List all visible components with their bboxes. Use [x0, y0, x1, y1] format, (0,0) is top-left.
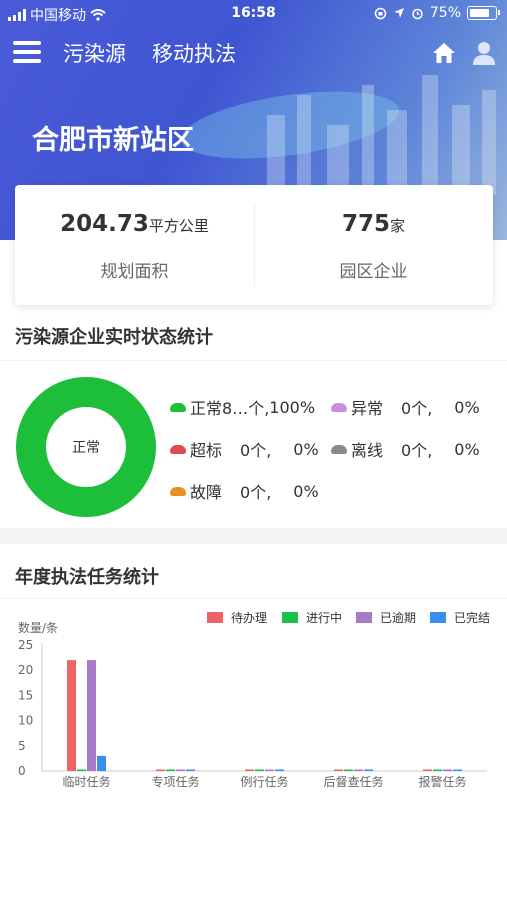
status-section-title: 污染源企业实时状态统计: [15, 327, 213, 348]
y-tick-label: 10: [18, 714, 33, 728]
x-tick-label: 后督查任务: [323, 774, 383, 789]
bar: [344, 769, 353, 771]
task-section-title: 年度执法任务统计: [15, 567, 159, 588]
battery-percent: 75%: [429, 5, 461, 21]
legend-swatch-over-limit: [170, 444, 186, 454]
home-icon[interactable]: [432, 42, 456, 64]
legend-name: 异常: [351, 399, 384, 418]
area-unit: 平方公里: [148, 217, 209, 235]
area-label: 规划面积: [100, 262, 169, 282]
bar: [275, 769, 284, 771]
legend-name: 故障: [190, 483, 223, 502]
bar: [265, 769, 274, 771]
bar: [334, 769, 343, 771]
legend-swatch-offline: [331, 444, 347, 454]
banner-city-graphic: [247, 55, 507, 195]
bar: [245, 769, 254, 771]
bar: [453, 769, 462, 771]
bar: [166, 769, 175, 771]
x-tick-label: 专项任务: [151, 774, 199, 789]
status-donut-chart: 正常: [16, 377, 156, 517]
user-icon[interactable]: [472, 41, 496, 65]
y-tick-label: 5: [18, 739, 26, 753]
legend-percent: 0%: [454, 439, 480, 459]
location-icon: [393, 8, 404, 18]
legend-swatch-abnormal: [331, 402, 347, 412]
summary-area: 204.73平方公里 规划面积: [15, 185, 254, 305]
x-tick-label: 例行任务: [240, 774, 288, 789]
top-nav: 污染源 移动执法: [0, 36, 507, 72]
section-divider: [0, 360, 507, 361]
legend-over-limit: 超标 0个, 0%: [170, 437, 319, 461]
bar: [186, 769, 195, 771]
bar: [423, 769, 432, 771]
section-divider: [0, 598, 507, 599]
y-tick-label: 0: [18, 764, 26, 778]
legend-percent: 100%: [269, 397, 316, 417]
legend-percent: 0%: [293, 481, 319, 501]
section-gap: [0, 528, 507, 544]
bar: [87, 660, 96, 771]
x-tick-label: 报警任务: [418, 774, 466, 789]
area-value: 204.73: [60, 211, 149, 237]
y-axis-label: 数量/条: [18, 620, 58, 635]
alarm-icon: [412, 8, 423, 19]
legend-count: 0个,: [240, 483, 272, 502]
enterprise-label: 园区企业: [339, 262, 408, 282]
bar: [176, 769, 185, 771]
legend-normal: 正常 8…个, 100%: [170, 395, 315, 419]
legend-name: 离线: [351, 441, 384, 460]
legend-percent: 0%: [454, 397, 480, 417]
bar: [364, 769, 373, 771]
menu-icon[interactable]: [13, 41, 41, 63]
legend-name: 超标: [190, 441, 223, 460]
legend-count: 0个,: [240, 441, 272, 460]
legend-count: 0个,: [401, 441, 433, 460]
bar: [354, 769, 363, 771]
enterprise-count: 775: [341, 211, 390, 237]
bar: [443, 769, 452, 771]
tab-pollution-source[interactable]: 污染源: [63, 38, 126, 68]
tab-mobile-enforcement[interactable]: 移动执法: [152, 38, 236, 68]
donut-center-label: 正常: [72, 440, 100, 456]
summary-card: 204.73平方公里 规划面积 775家 园区企业: [15, 185, 493, 305]
summary-enterprises: 775家 园区企业: [254, 185, 493, 305]
bar: [77, 769, 86, 771]
rotation-lock-icon: [374, 7, 387, 19]
legend-swatch-fault: [170, 486, 186, 496]
legend-swatch-normal: [170, 402, 186, 412]
status-bar: 中国移动 16:58 75%: [0, 0, 507, 28]
y-tick-label: 25: [18, 638, 33, 652]
y-tick-label: 15: [18, 688, 33, 702]
bar: [97, 755, 106, 771]
bar: [433, 769, 442, 771]
bar: [255, 769, 264, 771]
legend-offline: 离线 0个, 0%: [331, 437, 480, 461]
legend-fault: 故障 0个, 0%: [170, 479, 319, 503]
legend-percent: 0%: [293, 439, 319, 459]
legend-abnormal: 异常 0个, 0%: [331, 395, 480, 419]
legend-count: 8…个,: [222, 399, 270, 418]
legend-count: 0个,: [401, 399, 433, 418]
x-tick-label: 临时任务: [62, 774, 110, 789]
battery-icon: [467, 6, 500, 20]
task-bar-chart: 数量/条 0 5 10 15 20 25 临时任务 专项任务 例行任务 后督查任务 报警任务: [18, 620, 487, 789]
legend-name: 正常: [190, 399, 223, 418]
y-tick-label: 20: [18, 663, 33, 677]
enterprise-unit: 家: [390, 217, 406, 235]
bar: [156, 769, 165, 771]
bar: [67, 660, 76, 771]
district-title: 合肥市新站区: [32, 125, 194, 156]
